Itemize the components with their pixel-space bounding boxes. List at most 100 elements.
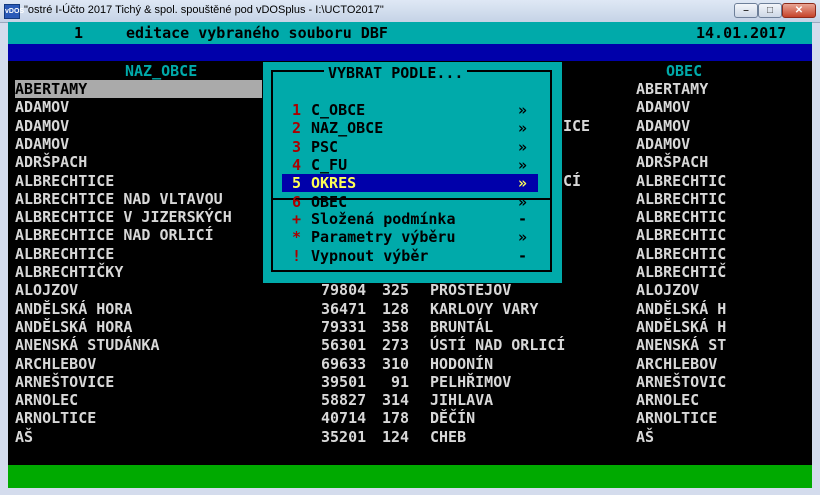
cell-psc[interactable]: 56301 <box>321 336 366 354</box>
cell-okres-code[interactable]: 128 <box>382 300 409 318</box>
cell-naz-obce[interactable]: ARCHLEBOV <box>15 355 96 373</box>
title-bar[interactable]: vDOS "ostré I-Účto 2017 Tichý & spol. sp… <box>0 0 820 23</box>
cell-okres-name[interactable]: BRUNTÁL <box>430 318 493 336</box>
cell-okres-code[interactable]: 91 <box>382 373 409 391</box>
cell-naz-obce[interactable]: ADAMOV <box>15 135 69 153</box>
cell-okres-code[interactable]: 325 <box>382 281 409 299</box>
menu-item-label: PSC <box>311 137 339 156</box>
cell-naz-obce[interactable]: ADAMOV <box>15 98 69 116</box>
cell-okres-name[interactable]: PROSTĚJOV <box>430 281 511 299</box>
cell-okres-name[interactable]: PELHŘIMOV <box>430 373 511 391</box>
cell-okres-code[interactable]: 178 <box>382 409 409 427</box>
cell-psc[interactable]: 36471 <box>321 300 366 318</box>
menu-item-label: C_OBCE <box>311 101 366 119</box>
menu-hotkey: 2 <box>292 119 302 138</box>
cell-okres-code[interactable]: 273 <box>382 336 409 354</box>
menu-hotkey: 3 <box>292 137 302 156</box>
cell-okres-name[interactable]: CÍ <box>563 172 581 190</box>
menu-item-extra-1[interactable]: + Složená podmínka - <box>282 210 538 228</box>
cell-naz-obce[interactable]: ARNOLTICE <box>15 409 96 427</box>
cell-naz-obce[interactable]: ADAMOV <box>15 117 69 135</box>
cell-okres-name[interactable]: DĚČÍN <box>430 409 475 427</box>
menu-hotkey: 1 <box>292 101 302 119</box>
submenu-arrow-icon: » <box>518 119 528 138</box>
cell-psc[interactable]: 79331 <box>321 318 366 336</box>
cell-obec[interactable]: ANENSKÁ ST <box>636 336 726 354</box>
app-icon[interactable]: vDOS <box>4 4 24 19</box>
cell-okres-name[interactable]: HODONÍN <box>430 355 493 373</box>
menu-item-obec[interactable]: 6 OBEC » <box>282 193 538 211</box>
cell-psc[interactable]: 40714 <box>321 409 366 427</box>
menu-hotkey: * <box>292 228 302 247</box>
cell-obec[interactable]: ABERTAMY <box>636 80 708 98</box>
cell-naz-obce[interactable]: AŠ <box>15 428 33 446</box>
menu-item-extra-2[interactable]: * Parametry výběru » <box>282 228 538 246</box>
cell-okres-name[interactable]: CHEB <box>430 428 466 446</box>
cell-obec[interactable]: ANDĚLSKÁ H <box>636 318 726 336</box>
menu-item-extra-3[interactable]: ! Vypnout výběr - <box>282 247 538 265</box>
submenu-arrow-icon: » <box>518 137 528 156</box>
cell-naz-obce[interactable]: ALBRECHTICE NAD VLTAVOU <box>15 190 223 208</box>
cell-obec[interactable]: ALBRECHTIC <box>636 190 726 208</box>
cell-psc[interactable]: 69633 <box>321 355 366 373</box>
cell-psc[interactable]: 58827 <box>321 391 366 409</box>
cell-okres-name[interactable]: KARLOVY VARY <box>430 300 538 318</box>
cell-naz-obce[interactable]: ABERTAMY <box>15 80 262 98</box>
cell-naz-obce[interactable]: ALBRECHTICE V JIZERSKÝCH <box>15 208 232 226</box>
cell-naz-obce[interactable]: ALOJZOV <box>15 281 78 299</box>
submenu-arrow-icon: - <box>518 246 528 265</box>
cell-naz-obce[interactable]: ARNOLEC <box>15 391 78 409</box>
minimize-button[interactable]: – <box>734 3 758 18</box>
cell-okres-code[interactable]: 358 <box>382 318 409 336</box>
cell-okres-code[interactable]: 314 <box>382 391 409 409</box>
cell-naz-obce[interactable]: ADRŠPACH <box>15 153 87 171</box>
cell-obec[interactable]: ALBRECHTIC <box>636 172 726 190</box>
cell-obec[interactable]: AŠ <box>636 428 654 446</box>
menu-item-label: Vypnout výběr <box>311 246 429 265</box>
cell-naz-obce[interactable]: ARNEŠTOVICE <box>15 373 114 391</box>
cell-okres-code[interactable]: 124 <box>382 428 409 446</box>
cell-obec[interactable]: ARCHLEBOV <box>636 355 717 373</box>
cell-obec[interactable]: ADAMOV <box>636 98 690 116</box>
cell-obec[interactable]: ADAMOV <box>636 135 690 153</box>
cell-obec[interactable]: ANDĚLSKÁ H <box>636 300 726 318</box>
cell-obec[interactable]: ARNOLEC <box>636 391 699 409</box>
menu-item-c-fu[interactable]: 4 C_FU » <box>282 156 538 174</box>
menu-item-okres[interactable]: 5 OKRES » <box>282 174 538 193</box>
cell-naz-obce[interactable]: ALBRECHTIČKY <box>15 263 123 281</box>
cell-obec[interactable]: ARNOLTICE <box>636 409 717 427</box>
column-header-obec[interactable]: OBEC <box>666 62 702 80</box>
cell-okres-name[interactable]: ICE <box>563 117 590 135</box>
menu-item-label: Parametry výběru <box>311 228 456 247</box>
submenu-arrow-icon: » <box>518 101 528 119</box>
close-button[interactable]: ✕ <box>782 3 816 18</box>
menu-item-c-obce[interactable]: 1 C_OBCE » <box>282 101 538 119</box>
submenu-arrow-icon: » <box>518 228 528 247</box>
cell-naz-obce[interactable]: ALBRECHTICE <box>15 245 114 263</box>
menu-item-psc[interactable]: 3 PSC » <box>282 138 538 156</box>
cell-obec[interactable]: ALBRECHTIC <box>636 208 726 226</box>
cell-obec[interactable]: ALOJZOV <box>636 281 699 299</box>
header-title: editace vybraného souboru DBF <box>126 24 388 42</box>
cell-obec[interactable]: ADAMOV <box>636 117 690 135</box>
cell-psc[interactable]: 39501 <box>321 373 366 391</box>
cell-obec[interactable]: ALBRECHTIČ <box>636 263 726 281</box>
column-header-naz-obce[interactable]: NAZ_OBCE <box>125 62 197 80</box>
cell-naz-obce[interactable]: ALBRECHTICE NAD ORLICÍ <box>15 226 214 244</box>
cell-naz-obce[interactable]: ANDĚLSKÁ HORA <box>15 300 132 318</box>
menu-item-naz-obce[interactable]: 2 NAZ_OBCE » <box>282 119 538 137</box>
cell-psc[interactable]: 35201 <box>321 428 366 446</box>
cell-okres-code[interactable]: 310 <box>382 355 409 373</box>
cell-naz-obce[interactable]: ANENSKÁ STUDÁNKA <box>15 336 160 354</box>
cell-obec[interactable]: ALBRECHTIC <box>636 245 726 263</box>
cell-okres-name[interactable]: JIHLAVA <box>430 391 493 409</box>
cell-obec[interactable]: ADRŠPACH <box>636 153 708 171</box>
maximize-button[interactable]: □ <box>758 3 782 18</box>
dos-screen: 1 editace vybraného souboru DBF 14.01.20… <box>8 22 812 488</box>
cell-okres-name[interactable]: ÚSTÍ NAD ORLICÍ <box>430 336 565 354</box>
cell-naz-obce[interactable]: ANDĚLSKÁ HORA <box>15 318 132 336</box>
cell-obec[interactable]: ARNEŠTOVIC <box>636 373 726 391</box>
cell-obec[interactable]: ALBRECHTIC <box>636 226 726 244</box>
cell-psc[interactable]: 79804 <box>321 281 366 299</box>
cell-naz-obce[interactable]: ALBRECHTICE <box>15 172 114 190</box>
